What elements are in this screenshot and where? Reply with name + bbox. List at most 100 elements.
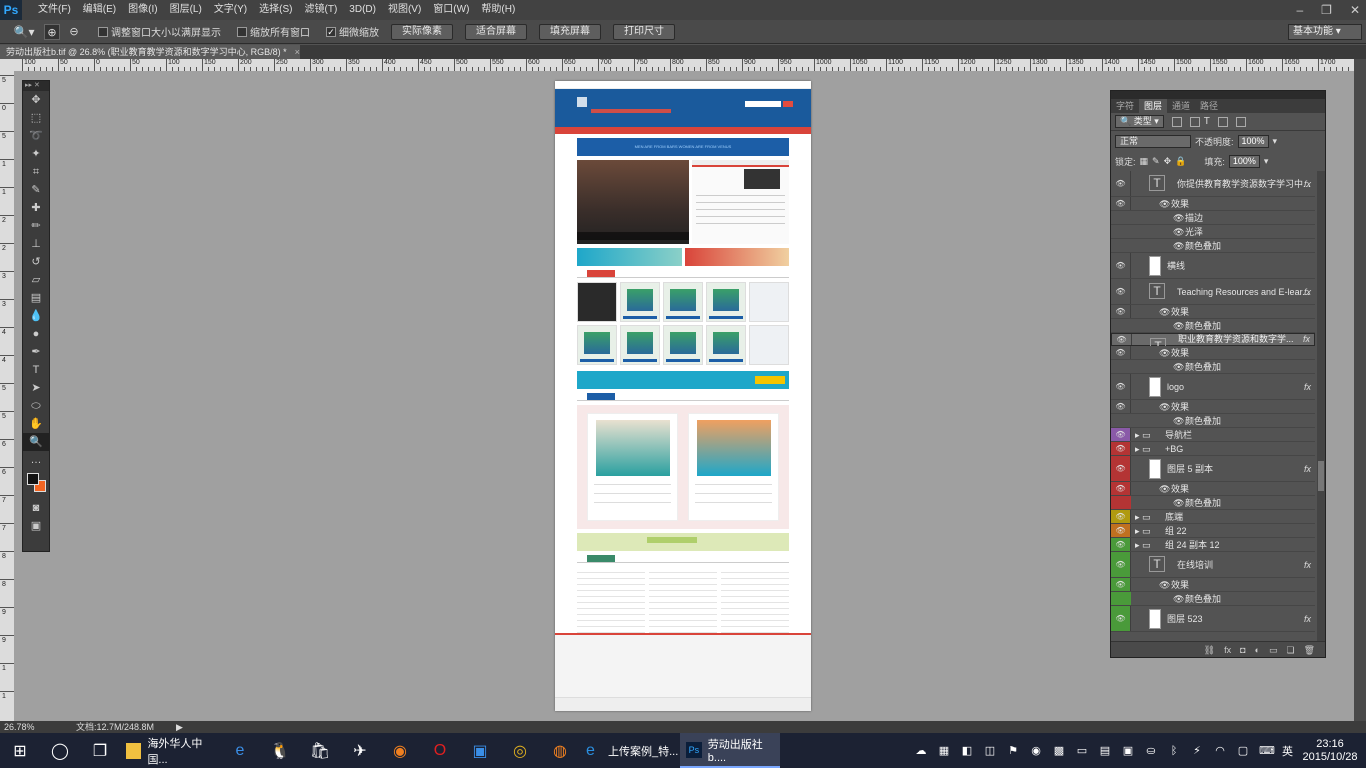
visibility-eye-icon[interactable]: 👁 xyxy=(1111,253,1131,278)
pixel-filter-icon[interactable] xyxy=(1171,116,1182,127)
scrubby-zoom-checkbox[interactable]: ✓ 细微缩放 xyxy=(326,24,379,39)
effect-visibility-icon[interactable]: 👁 xyxy=(1173,414,1184,428)
visibility-eye-icon[interactable]: 👁 xyxy=(1111,552,1131,577)
smart-object-filter-icon[interactable] xyxy=(1235,116,1246,127)
vertical-ruler[interactable]: 5 0 5 1 1 2 2 3 3 4 4 5 5 6 6 7 7 8 8 9 9 1 1 xyxy=(0,71,14,721)
power-icon[interactable]: ⚡ xyxy=(1190,744,1204,758)
layer-row[interactable]: 👁 T 在线培训 fx xyxy=(1111,552,1315,578)
effect-visibility-icon[interactable]: 👁 xyxy=(1173,225,1184,239)
zoom-tool-icon[interactable]: 🔍 xyxy=(23,433,49,451)
new-group-icon[interactable]: ▭ xyxy=(1269,642,1278,657)
visibility-eye-icon[interactable]: 👁 xyxy=(1111,456,1131,481)
visibility-eye-icon[interactable]: 👁 xyxy=(1111,578,1131,591)
tab-character[interactable]: 字符 xyxy=(1111,99,1139,113)
layer-effect-row[interactable]: 👁 颜色叠加 xyxy=(1111,592,1315,606)
history-brush-tool-icon[interactable]: ↺ xyxy=(23,253,49,271)
lock-position-icon[interactable]: ✥ xyxy=(1164,156,1172,167)
folder-icon[interactable]: ▸ ▭ xyxy=(1135,442,1151,456)
effect-visibility-icon[interactable]: 👁 xyxy=(1159,578,1170,592)
visibility-eye-icon[interactable]: 👁 xyxy=(1111,524,1131,537)
link-layers-icon[interactable]: ⛓ xyxy=(1204,642,1215,657)
visibility-eye-icon[interactable]: 👁 xyxy=(1111,305,1131,318)
visibility-eye-icon[interactable]: 👁 xyxy=(1111,197,1131,210)
close-tab-icon[interactable]: × xyxy=(295,47,300,57)
magic-wand-tool-icon[interactable]: ✦ xyxy=(23,145,49,163)
visibility-eye-icon[interactable]: 👁 xyxy=(1111,510,1131,523)
effect-visibility-icon[interactable]: 👁 xyxy=(1159,400,1170,414)
fill-input[interactable]: 100% xyxy=(1228,154,1260,168)
task-view-icon[interactable]: ❐ xyxy=(80,733,120,768)
more-tools-icon[interactable]: … xyxy=(23,451,49,469)
layer-effect-row[interactable]: 👁 👁 效果 xyxy=(1111,578,1315,592)
tray-app-icon[interactable]: ◧ xyxy=(960,744,974,758)
blend-mode-select[interactable]: 正常 xyxy=(1115,134,1191,148)
firefox-icon[interactable]: ◉ xyxy=(380,733,420,768)
hand-tool-icon[interactable]: ✋ xyxy=(23,415,49,433)
layer-effect-row[interactable]: 👁 颜色叠加 xyxy=(1111,239,1315,253)
new-layer-icon[interactable]: ❏ xyxy=(1286,642,1294,657)
quick-mask-icon[interactable]: ◙ xyxy=(23,499,49,517)
layer-row[interactable]: 👁 ▸ ▭ 组 24 副本 12 xyxy=(1111,538,1315,552)
tray-app-icon[interactable]: ▤ xyxy=(1098,744,1112,758)
effect-visibility-icon[interactable]: 👁 xyxy=(1173,496,1184,510)
qq-icon[interactable]: 🐧 xyxy=(260,733,300,768)
color-swatches[interactable] xyxy=(23,469,49,499)
adjustment-filter-icon[interactable] xyxy=(1189,116,1200,127)
tab-channels[interactable]: 通道 xyxy=(1167,99,1195,113)
add-mask-icon[interactable]: ◘ xyxy=(1240,642,1245,657)
app-icon[interactable]: ✈ xyxy=(340,733,380,768)
layer-effect-row[interactable]: 👁 👁 效果 xyxy=(1111,197,1315,211)
effect-visibility-icon[interactable]: 👁 xyxy=(1173,239,1184,253)
canvas-vertical-scrollbar[interactable] xyxy=(1354,59,1366,721)
opacity-input[interactable]: 100% xyxy=(1237,134,1269,148)
fx-icon[interactable]: fx xyxy=(1304,606,1311,632)
tray-app-icon[interactable]: ◉ xyxy=(1029,744,1043,758)
windows-start-icon[interactable]: ⊞ xyxy=(0,733,40,768)
dodge-tool-icon[interactable]: ● xyxy=(23,325,49,343)
effect-visibility-icon[interactable]: 👁 xyxy=(1159,305,1170,319)
fx-icon[interactable]: fx xyxy=(1304,279,1311,305)
document-tab[interactable]: 劳动出版社b.tif @ 26.8% (职业教育教学资源和数字学习中心, RGB… xyxy=(0,45,300,59)
fill-screen-button[interactable]: 填充屏幕 xyxy=(539,23,601,40)
menu-view[interactable]: 视图(V) xyxy=(382,0,427,20)
shape-filter-icon[interactable] xyxy=(1217,116,1228,127)
maximize-icon[interactable]: ❐ xyxy=(1321,0,1332,20)
print-size-button[interactable]: 打印尺寸 xyxy=(613,23,675,40)
visibility-eye-icon[interactable]: 👁 xyxy=(1111,346,1131,359)
menu-help[interactable]: 帮助(H) xyxy=(475,0,521,20)
notification-icon[interactable]: ▢ xyxy=(1236,744,1250,758)
zoom-level[interactable]: 26.78% xyxy=(4,721,35,733)
layer-row[interactable]: 👁T职业教育教学资源和数字学...fx xyxy=(1111,333,1315,354)
visibility-eye-icon[interactable]: 👁 xyxy=(1111,442,1131,455)
layer-row[interactable]: 👁 T 你提供教育教学资源数字学习中... fx xyxy=(1111,171,1315,197)
menu-filter[interactable]: 滤镜(T) xyxy=(299,0,344,20)
brush-tool-icon[interactable]: ✏ xyxy=(23,217,49,235)
folder-icon[interactable]: ▸ ▭ xyxy=(1135,524,1151,538)
visibility-eye-icon[interactable]: 👁 xyxy=(1111,428,1131,441)
menu-file[interactable]: 文件(F) xyxy=(32,0,77,20)
nvidia-icon[interactable]: ▩ xyxy=(1052,744,1066,758)
layer-row[interactable]: 👁 图层 523 fx xyxy=(1111,606,1315,632)
usb-icon[interactable]: ⛀ xyxy=(1144,744,1158,758)
opacity-dropdown-icon[interactable]: ▾ xyxy=(1273,136,1278,147)
document-canvas[interactable]: MEN ARE FROM BARS WOMEN ARE FROM VENUS xyxy=(555,81,811,711)
menu-type[interactable]: 文字(Y) xyxy=(208,0,253,20)
effect-visibility-icon[interactable]: 👁 xyxy=(1173,592,1184,606)
menu-window[interactable]: 窗口(W) xyxy=(427,0,475,20)
visibility-eye-icon[interactable]: 👁 xyxy=(1111,606,1131,631)
healing-brush-tool-icon[interactable]: ✚ xyxy=(23,199,49,217)
new-adjustment-icon[interactable]: ◐ xyxy=(1255,642,1260,657)
layer-effect-row[interactable]: 👁 颜色叠加 xyxy=(1111,496,1315,510)
layer-row[interactable]: 👁 ▸ ▭ 组 22 xyxy=(1111,524,1315,538)
layer-effect-row[interactable]: 👁 光泽 xyxy=(1111,225,1315,239)
zoom-tool-preset-icon[interactable]: 🔍▾ xyxy=(10,23,38,41)
type-tool-icon[interactable]: T xyxy=(23,361,49,379)
workspace-select[interactable]: 基本功能 ▾ xyxy=(1288,24,1362,40)
layer-effect-row[interactable]: 👁 👁 效果 xyxy=(1111,400,1315,414)
zoom-all-checkbox[interactable]: 缩放所有窗口 xyxy=(237,24,310,39)
eyedropper-tool-icon[interactable]: ✎ xyxy=(23,181,49,199)
layer-effect-row[interactable]: 👁 颜色叠加 xyxy=(1111,360,1315,374)
visibility-eye-icon[interactable]: 👁 xyxy=(1111,374,1131,399)
layer-row[interactable]: 👁 T Teaching Resources and E-lear... fx xyxy=(1111,279,1315,305)
layer-effect-row[interactable]: 👁 👁 效果 xyxy=(1111,482,1315,496)
